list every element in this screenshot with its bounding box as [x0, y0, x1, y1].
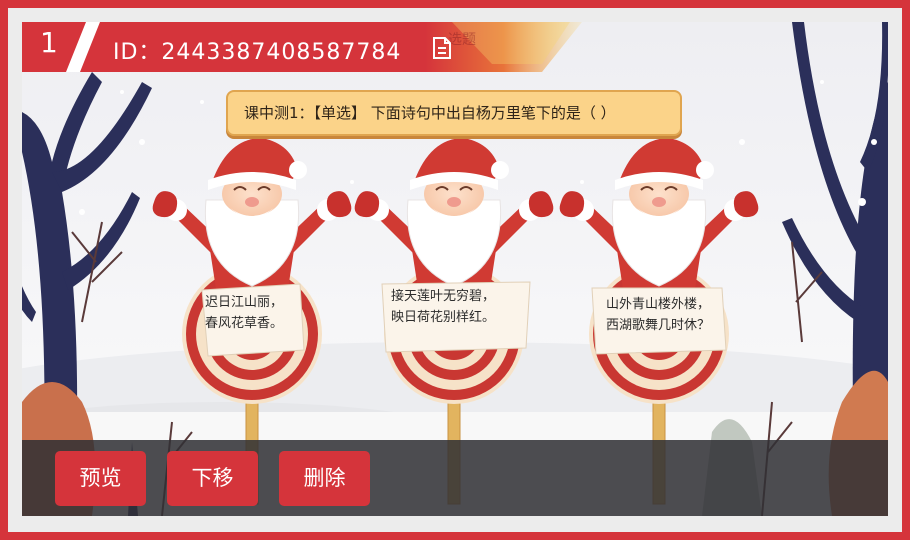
question-banner: 课中测1：【单选】 下面诗句中出自杨万里笔下的是（ ） — [226, 90, 682, 136]
option-a-line-2: 春风花草香。 — [204, 316, 283, 331]
option-b-line-2: 映日荷花别样红。 — [390, 310, 495, 325]
option-c-line-1: 山外青山楼外楼， — [605, 297, 710, 312]
option-text-c[interactable]: 山外青山楼外楼， 西湖歌舞几时休？ — [588, 294, 728, 336]
option-text-a[interactable]: 迟日江山丽， 春风花草香。 — [194, 292, 294, 334]
item-index: 1 — [40, 26, 58, 59]
document-icon[interactable] — [431, 36, 453, 60]
option-a-line-1: 迟日江山丽， — [204, 295, 283, 310]
delete-button[interactable]: 删除 — [279, 451, 370, 506]
preview-button[interactable]: 预览 — [55, 451, 146, 506]
option-c-line-2: 西湖歌舞几时休？ — [605, 318, 710, 333]
item-id: ID：2443387408587784 — [113, 40, 402, 65]
option-b-line-1: 接天莲叶无穷碧， — [390, 289, 495, 304]
option-text-b[interactable]: 接天莲叶无穷碧， 映日荷花别样红。 — [368, 286, 518, 328]
move-down-button[interactable]: 下移 — [167, 451, 258, 506]
action-toolbar — [22, 440, 888, 516]
